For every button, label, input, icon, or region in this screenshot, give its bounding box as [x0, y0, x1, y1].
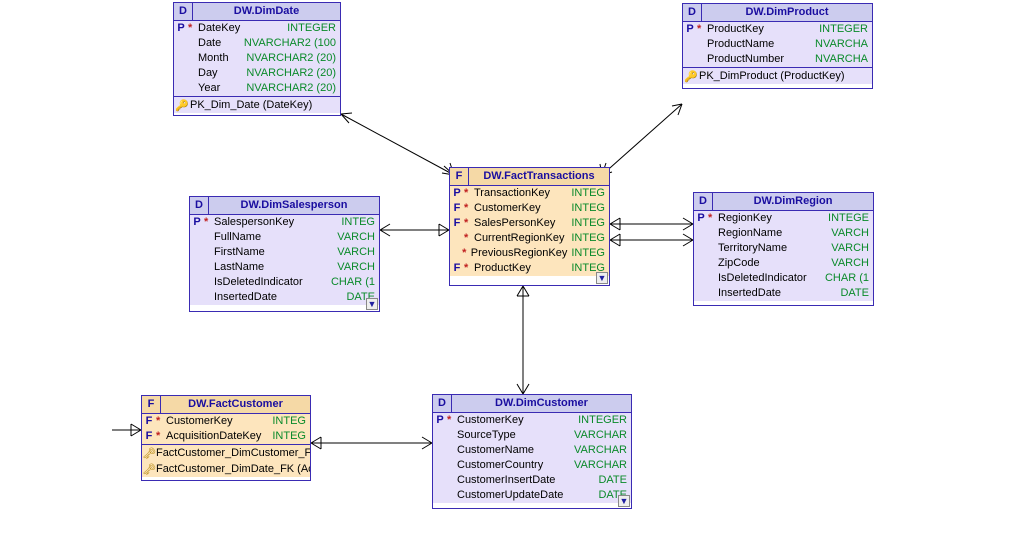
column-row: *CurrentRegionKeyINTEG [450, 231, 609, 246]
column-row: MonthNVARCHAR2 (20) [174, 51, 340, 66]
entity-kind: D [190, 197, 209, 214]
rel-fact-to-dimsalesperson [380, 224, 449, 236]
entity-kind: F [142, 396, 161, 413]
entity-kind: D [174, 3, 193, 20]
column-row: FullNameVARCH [190, 230, 379, 245]
column-row: RegionNameVARCH [694, 226, 873, 241]
key-icon: 🔑 [174, 99, 190, 112]
column-row: F*SalesPersonKeyINTEG [450, 216, 609, 231]
entity-body: P*ProductKeyINTEGER ProductNameNVARCHA P… [683, 22, 872, 84]
entity-title: DW.DimDate [193, 3, 340, 20]
column-row: F*AcquisitionDateKeyINTEG [142, 429, 310, 444]
entity-kind: F [450, 168, 469, 185]
rel-fact-to-dimregion-1 [610, 218, 693, 230]
pk-row: 🔑PK_Dim_Date (DateKey) [174, 97, 340, 113]
column-row: P*ProductKeyINTEGER [683, 22, 872, 37]
pk-row: 🔑PK_DimProduct (ProductKey) [683, 68, 872, 84]
column-row: CustomerCountryVARCHAR [433, 458, 631, 473]
fk-row: 🗝FactCustomer_DimCustomer_FK [142, 445, 310, 461]
entity-kind: D [694, 193, 713, 210]
entity-title: DW.DimSalesperson [209, 197, 379, 214]
column-row: InsertedDateDATE [190, 290, 379, 305]
entity-header: D DW.DimDate [174, 3, 340, 21]
column-row: F*CustomerKeyINTEG [142, 414, 310, 429]
column-row: P*CustomerKeyINTEGER [433, 413, 631, 428]
fk-icon: 🗝 [142, 463, 156, 476]
column-row: CustomerUpdateDateDATE [433, 488, 631, 503]
entity-dimcustomer[interactable]: D DW.DimCustomer P*CustomerKeyINTEGER So… [432, 394, 632, 509]
column-row: P*SalespersonKeyINTEG [190, 215, 379, 230]
column-row: P*RegionKeyINTEGE [694, 211, 873, 226]
scroll-down-icon[interactable]: ▼ [596, 272, 608, 284]
entity-dimproduct[interactable]: D DW.DimProduct P*ProductKeyINTEGER Prod… [682, 3, 873, 89]
entity-body: P*RegionKeyINTEGE RegionNameVARCH Territ… [694, 211, 873, 301]
column-row: DateNVARCHAR2 (100 [174, 36, 340, 51]
entity-dimregion[interactable]: D DW.DimRegion P*RegionKeyINTEGE RegionN… [693, 192, 874, 306]
column-row: IsDeletedIndicatorCHAR (1 [190, 275, 379, 290]
entity-facttransactions[interactable]: F DW.FactTransactions P*TransactionKeyIN… [449, 167, 610, 286]
scroll-down-icon[interactable]: ▼ [618, 495, 630, 507]
column-row: F*CustomerKeyINTEG [450, 201, 609, 216]
column-row: ZipCodeVARCH [694, 256, 873, 271]
rel-fact-to-dimcustomer [517, 286, 529, 394]
rel-fact-to-dimregion-2 [610, 234, 693, 246]
entity-title: DW.DimRegion [713, 193, 873, 210]
fk-icon: 🗝 [142, 447, 156, 460]
entity-header: D DW.DimSalesperson [190, 197, 379, 215]
entity-header: F DW.FactCustomer [142, 396, 310, 414]
column-row: *PreviousRegionKeyINTEG [450, 246, 609, 261]
entity-body: P*SalespersonKeyINTEG FullNameVARCH Firs… [190, 215, 379, 305]
entity-kind: D [433, 395, 452, 412]
rel-factcustomer-left [112, 424, 141, 436]
fk-row: 🗝FactCustomer_DimDate_FK (Ac [142, 461, 310, 477]
column-row: ProductNumberNVARCHA [683, 52, 872, 67]
scroll-down-icon[interactable]: ▼ [366, 298, 378, 310]
entity-body: F*CustomerKeyINTEG F*AcquisitionDateKeyI… [142, 414, 310, 477]
entity-body: P*CustomerKeyINTEGER SourceTypeVARCHAR C… [433, 413, 631, 503]
entity-header: D DW.DimProduct [683, 4, 872, 22]
entity-body: P*DateKeyINTEGER DateNVARCHAR2 (100 Mont… [174, 21, 340, 113]
column-row: P*TransactionKeyINTEG [450, 186, 609, 201]
rel-factcustomer-to-dimcustomer [311, 437, 432, 449]
column-row: TerritoryNameVARCH [694, 241, 873, 256]
entity-body: P*TransactionKeyINTEG F*CustomerKeyINTEG… [450, 186, 609, 276]
key-icon: 🔑 [683, 70, 699, 83]
entity-kind: D [683, 4, 702, 21]
entity-title: DW.FactCustomer [161, 396, 310, 413]
column-row: SourceTypeVARCHAR [433, 428, 631, 443]
column-row: F*ProductKeyINTEG [450, 261, 609, 276]
column-row: YearNVARCHAR2 (20) [174, 81, 340, 96]
entity-header: D DW.DimRegion [694, 193, 873, 211]
column-row: P*DateKeyINTEGER [174, 21, 340, 36]
rel-fact-to-dimdate [341, 113, 454, 175]
column-row: DayNVARCHAR2 (20) [174, 66, 340, 81]
column-row: ProductNameNVARCHA [683, 37, 872, 52]
entity-header: F DW.FactTransactions [450, 168, 609, 186]
rel-fact-to-dimproduct [600, 104, 682, 175]
entity-factcustomer[interactable]: F DW.FactCustomer F*CustomerKeyINTEG F*A… [141, 395, 311, 481]
entity-dimdate[interactable]: D DW.DimDate P*DateKeyINTEGER DateNVARCH… [173, 2, 341, 116]
column-row: IsDeletedIndicatorCHAR (1 [694, 271, 873, 286]
entity-dimsalesperson[interactable]: D DW.DimSalesperson P*SalespersonKeyINTE… [189, 196, 380, 312]
entity-title: DW.DimProduct [702, 4, 872, 21]
entity-title: DW.FactTransactions [469, 168, 609, 185]
column-row: FirstNameVARCH [190, 245, 379, 260]
erd-canvas: { "entities": { "dimDate": { "kind": "D"… [0, 0, 1011, 538]
column-row: CustomerNameVARCHAR [433, 443, 631, 458]
entity-title: DW.DimCustomer [452, 395, 631, 412]
column-row: CustomerInsertDateDATE [433, 473, 631, 488]
column-row: LastNameVARCH [190, 260, 379, 275]
entity-header: D DW.DimCustomer [433, 395, 631, 413]
column-row: InsertedDateDATE [694, 286, 873, 301]
